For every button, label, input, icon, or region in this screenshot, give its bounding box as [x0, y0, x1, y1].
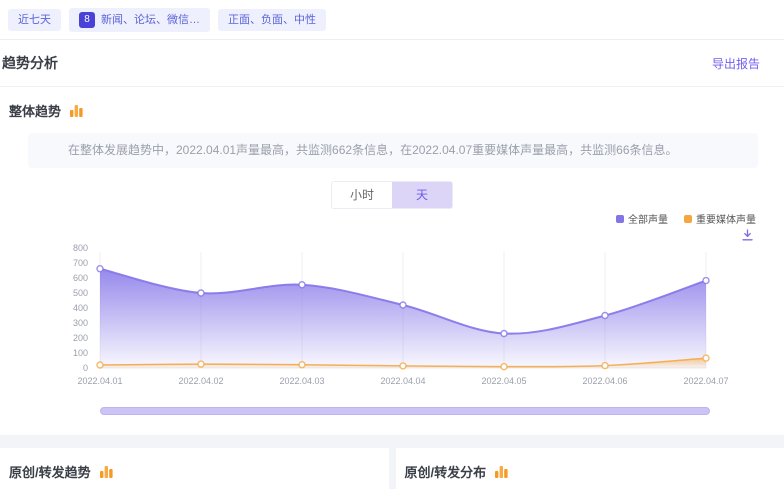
- svg-text:400: 400: [73, 303, 88, 313]
- filter-chip-sentiment[interactable]: 正面、负面、中性: [218, 9, 326, 31]
- svg-text:2022.04.06: 2022.04.06: [582, 376, 627, 386]
- original-repost-distribution-card: 原创/转发分布 监测信息总量3294条信息，其中原创声量占比66.45%，共计2…: [396, 448, 784, 489]
- export-report-button[interactable]: 导出报告: [712, 55, 760, 72]
- datazoom-slider[interactable]: [100, 407, 710, 415]
- page-header: 趋势分析 导出报告: [0, 40, 784, 87]
- svg-text:2022.04.05: 2022.04.05: [481, 376, 526, 386]
- granularity-toggle: 小时 天: [331, 181, 453, 209]
- section-title-original-repost-trend: 原创/转发趋势: [9, 462, 91, 481]
- svg-text:800: 800: [73, 243, 88, 253]
- legend-swatch-orange: [684, 215, 692, 223]
- original-repost-trend-card: 原创/转发趋势 原创/转发趋势中原创声量在2022.04.01最高，共监测510…: [0, 448, 389, 489]
- filter-chip-label: 正面、负面、中性: [228, 13, 316, 27]
- bottom-cards-row: 原创/转发趋势 原创/转发趋势中原创声量在2022.04.01最高，共监测510…: [0, 448, 784, 489]
- svg-text:100: 100: [73, 348, 88, 358]
- toggle-hour-button[interactable]: 小时: [332, 182, 392, 208]
- svg-text:2022.04.04: 2022.04.04: [380, 376, 425, 386]
- svg-text:2022.04.01: 2022.04.01: [77, 376, 122, 386]
- section-title-original-repost-distribution: 原创/转发分布: [405, 462, 487, 481]
- svg-text:700: 700: [73, 258, 88, 268]
- trend-area-chart[interactable]: 0 100 200 300 400 500 600 700 800 2022.04.01 2022.…: [20, 242, 764, 392]
- section-title-overall-trend: 整体趋势: [9, 101, 61, 120]
- svg-text:300: 300: [73, 318, 88, 328]
- page-title: 趋势分析: [2, 53, 58, 73]
- svg-text:500: 500: [73, 288, 88, 298]
- legend-label: 重要媒体声量: [696, 211, 756, 226]
- overall-trend-card: 整体趋势 在整体发展趋势中，2022.04.01声量最高，共监测662条信息，在…: [0, 87, 784, 435]
- svg-text:2022.04.02: 2022.04.02: [178, 376, 223, 386]
- overall-trend-summary: 在整体发展趋势中，2022.04.01声量最高，共监测662条信息，在2022.…: [28, 133, 758, 168]
- svg-text:200: 200: [73, 333, 88, 343]
- filter-chip-label: 近七天: [18, 13, 51, 27]
- filter-chip-media-types[interactable]: 8 新闻、论坛、微信…: [69, 8, 210, 32]
- podium-chart-icon: [99, 464, 114, 479]
- filter-chip-date-range[interactable]: 近七天: [8, 9, 61, 31]
- download-chart-icon[interactable]: [741, 229, 754, 242]
- chart-legend: 全部声量 重要媒体声量: [0, 211, 784, 226]
- legend-item-key-media-volume[interactable]: 重要媒体声量: [684, 211, 756, 226]
- podium-chart-icon: [69, 103, 84, 118]
- media-count-badge: 8: [79, 12, 95, 28]
- filter-bar: 近七天 8 新闻、论坛、微信… 正面、负面、中性: [0, 0, 784, 40]
- svg-text:2022.04.07: 2022.04.07: [683, 376, 728, 386]
- svg-text:2022.04.03: 2022.04.03: [279, 376, 324, 386]
- svg-text:0: 0: [83, 363, 88, 373]
- legend-swatch-purple: [616, 215, 624, 223]
- podium-chart-icon: [494, 464, 509, 479]
- legend-item-total-volume[interactable]: 全部声量: [616, 211, 668, 226]
- filter-chip-label: 新闻、论坛、微信…: [101, 13, 200, 27]
- svg-text:600: 600: [73, 273, 88, 283]
- toggle-day-button[interactable]: 天: [392, 182, 452, 208]
- legend-label: 全部声量: [628, 211, 668, 226]
